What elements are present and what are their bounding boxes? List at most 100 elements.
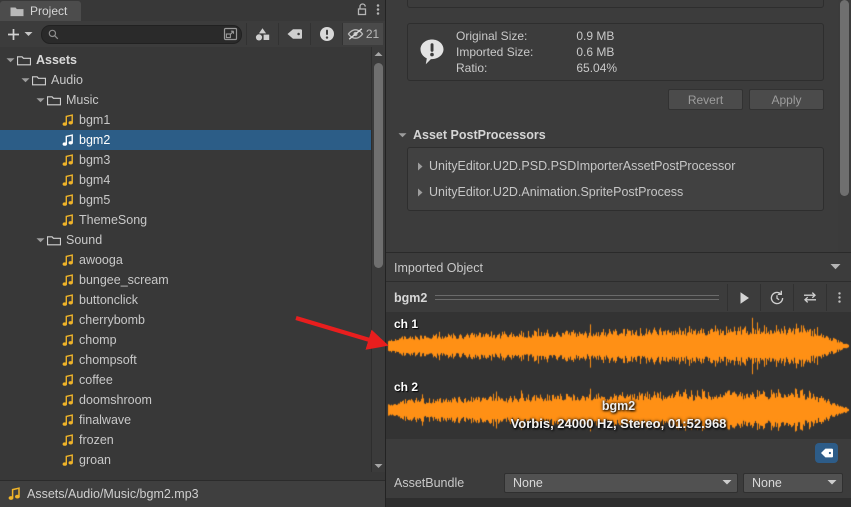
tree-expand-toggle-icon[interactable]	[4, 57, 17, 64]
player-asset-name: bgm2	[394, 290, 428, 305]
tree-item-bungee_scream[interactable]: bungee_scream	[0, 270, 372, 290]
revert-button[interactable]: Revert	[668, 89, 743, 110]
scroll-up-arrow-icon[interactable]	[372, 47, 385, 60]
player-progress-track[interactable]	[435, 295, 719, 300]
inspector-scrollbar[interactable]	[838, 0, 851, 253]
triangle-right-icon[interactable]	[417, 188, 424, 197]
postprocessor-row[interactable]: UnityEditor.U2D.PSD.PSDImporterAssetPost…	[408, 153, 823, 179]
tree-expand-toggle-icon[interactable]	[34, 97, 47, 104]
chevron-down-icon	[24, 31, 33, 37]
tree-item-coffee[interactable]: coffee	[0, 370, 372, 390]
tree-item-label: bgm5	[79, 193, 111, 207]
triangle-right-icon[interactable]	[417, 162, 424, 171]
play-icon	[738, 291, 751, 305]
tree-item-label: awooga	[79, 253, 123, 267]
chevron-down-icon	[722, 479, 732, 486]
loop-button[interactable]	[793, 284, 826, 311]
tree-item-doomshroom[interactable]: doomshroom	[0, 390, 372, 410]
tree-item-label: coffee	[79, 373, 113, 387]
tree-item-label: bungee_scream	[79, 273, 169, 287]
ratio-value: 65.04%	[576, 61, 618, 75]
project-tabbar: Project	[0, 0, 385, 21]
inspector-panel: Original Size: Imported Size: Ratio: 0.9…	[386, 0, 851, 507]
waveform-channel2-label: ch 2	[394, 380, 419, 394]
tree-expand-toggle-icon[interactable]	[34, 237, 47, 244]
expand-search-icon[interactable]	[223, 27, 238, 41]
search-field[interactable]	[41, 24, 242, 44]
play-button[interactable]	[727, 284, 760, 311]
player-menu-button[interactable]	[826, 284, 851, 311]
tree-item-bgm4[interactable]: bgm4	[0, 170, 372, 190]
audio-file-icon	[62, 413, 74, 427]
waveform-channel1-label: ch 1	[394, 317, 419, 331]
tree-item-bgm5[interactable]: bgm5	[0, 190, 372, 210]
tree-item-buttonclick[interactable]: buttonclick	[0, 290, 372, 310]
scroll-down-arrow-icon[interactable]	[372, 459, 385, 472]
tree-item-bgm2[interactable]: bgm2	[0, 130, 372, 150]
assetbundle-variant-dropdown[interactable]: None	[743, 472, 843, 493]
filter-by-type-button[interactable]	[246, 23, 278, 45]
asset-postprocessors-header[interactable]: Asset PostProcessors	[398, 128, 546, 142]
tree-item-themesong[interactable]: ThemeSong	[0, 210, 372, 230]
inspector-scroll-area: Original Size: Imported Size: Ratio: 0.9…	[386, 0, 851, 253]
tree-item-awooga[interactable]: awooga	[0, 250, 372, 270]
lock-open-icon[interactable]	[356, 2, 370, 17]
tree-item-cherrybomb[interactable]: cherrybomb	[0, 310, 372, 330]
project-scrollbar-thumb[interactable]	[374, 63, 383, 268]
postprocessor-label: UnityEditor.U2D.Animation.SpritePostProc…	[429, 185, 684, 199]
tree-item-chompsoft[interactable]: chompsoft	[0, 350, 372, 370]
audio-file-icon	[62, 433, 74, 447]
tree-expand-toggle-icon[interactable]	[19, 77, 32, 84]
tab-project[interactable]: Project	[0, 1, 82, 21]
folder-icon	[47, 235, 61, 246]
tree-item-frozen[interactable]: frozen	[0, 430, 372, 450]
audio-file-icon	[8, 487, 21, 501]
tree-item-sound[interactable]: Sound	[0, 230, 372, 250]
audio-file-icon	[62, 133, 74, 147]
filter-by-label-button[interactable]	[278, 23, 310, 45]
imported-size-label: Imported Size:	[456, 45, 534, 59]
eye-crossed-icon	[347, 27, 365, 41]
label-tag-button[interactable]	[815, 443, 838, 463]
tree-item-bgm1[interactable]: bgm1	[0, 110, 372, 130]
rewind-button[interactable]	[760, 284, 793, 311]
assetbundle-name-dropdown[interactable]: None	[504, 472, 738, 493]
warning-filter-button[interactable]	[310, 23, 342, 45]
audio-waveform-preview[interactable]: ch 1 ch 2 bgm2 Vorbis, 24000 Hz, Stereo,…	[386, 312, 851, 439]
tree-item-music[interactable]: Music	[0, 90, 372, 110]
tree-item-label: Assets	[36, 53, 77, 67]
postprocessor-row[interactable]: UnityEditor.U2D.Animation.SpritePostProc…	[408, 179, 823, 205]
plus-icon	[6, 27, 21, 42]
assetbundle-name-value: None	[513, 475, 543, 490]
create-asset-button[interactable]	[2, 24, 39, 44]
audio-file-icon	[62, 173, 74, 187]
tree-item-label: bgm1	[79, 113, 111, 127]
tree-item-label: doomshroom	[79, 393, 152, 407]
audio-file-icon	[62, 153, 74, 167]
audio-file-icon	[62, 193, 74, 207]
triangle-down-icon[interactable]	[830, 263, 841, 271]
tree-item-audio[interactable]: Audio	[0, 70, 372, 90]
asset-postprocessors-list: UnityEditor.U2D.PSD.PSDImporterAssetPost…	[407, 147, 824, 211]
tree-item-label: bgm2	[79, 133, 111, 147]
tree-item-chomp[interactable]: chomp	[0, 330, 372, 350]
hidden-assets-button[interactable]: 21	[342, 23, 383, 45]
tree-item-assets[interactable]: Assets	[0, 50, 372, 70]
tree-item-label: groan	[79, 453, 111, 467]
project-scrollbar[interactable]	[371, 47, 385, 472]
folder-icon	[10, 6, 24, 17]
search-input[interactable]	[59, 27, 223, 41]
kebab-menu-icon[interactable]	[375, 2, 381, 17]
audio-file-icon	[62, 293, 74, 307]
audio-player-toolbar: bgm2	[386, 284, 851, 311]
apply-button[interactable]: Apply	[749, 89, 824, 110]
tree-item-groan[interactable]: groan	[0, 450, 372, 470]
tree-item-finalwave[interactable]: finalwave	[0, 410, 372, 430]
asset-tree[interactable]: Assets Audio Music bgm1 bgm2 bgm3 bgm4 bgm5 Them…	[0, 47, 372, 472]
replay-icon	[769, 290, 785, 306]
import-info-values: 0.9 MB 0.6 MB 65.04%	[576, 29, 617, 75]
folder-icon	[32, 75, 46, 86]
tree-item-bgm3[interactable]: bgm3	[0, 150, 372, 170]
inspector-scrollbar-thumb[interactable]	[840, 0, 849, 196]
audio-file-icon	[62, 353, 74, 367]
